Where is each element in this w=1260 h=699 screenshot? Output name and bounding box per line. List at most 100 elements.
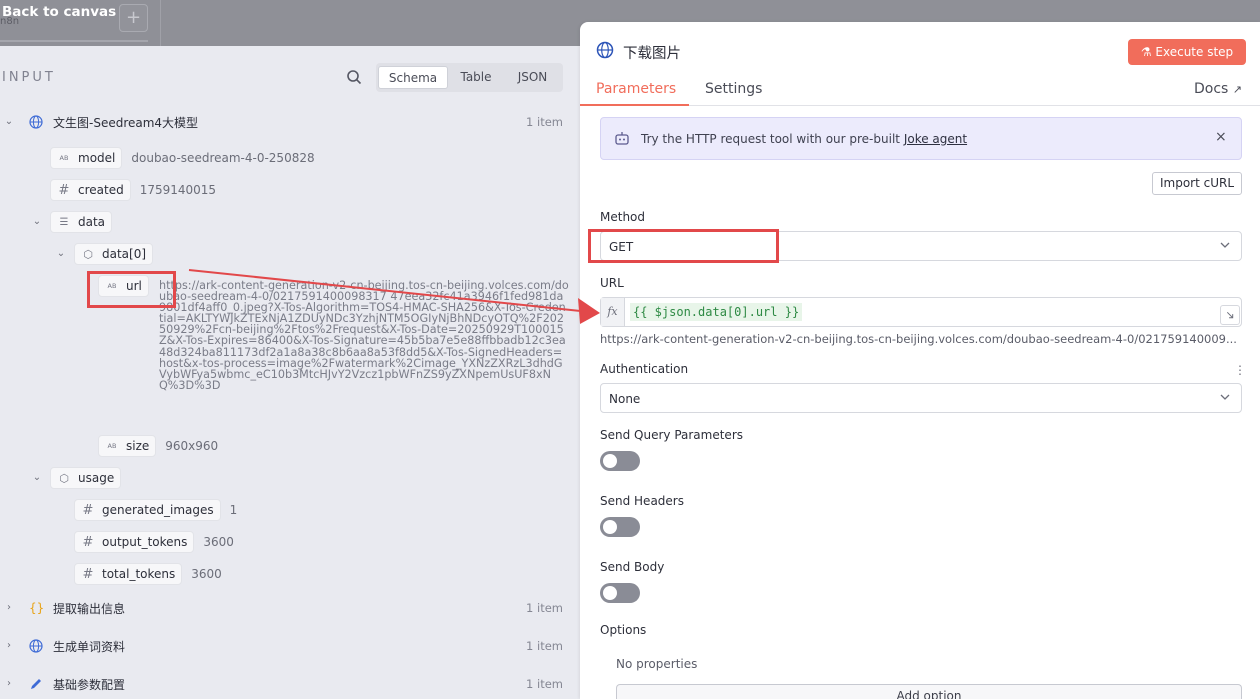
node-row-words[interactable]: › 生成单词资料 1 item	[4, 635, 580, 657]
search-icon[interactable]	[346, 69, 362, 85]
import-curl-button[interactable]: Import cURL	[1152, 172, 1242, 195]
chevron-down-icon	[1220, 394, 1230, 400]
number-type-icon: #	[82, 534, 94, 550]
field-output-tokens[interactable]: # output_tokens 3600	[74, 531, 234, 553]
input-panel-title: INPUT	[2, 70, 56, 85]
string-type-icon: AB	[59, 154, 69, 162]
url-field-value: https://ark-content-generation-v2-cn-bei…	[159, 279, 569, 392]
node-name: 生成单词资料	[53, 639, 126, 654]
node-title[interactable]: 下载图片	[623, 42, 681, 63]
field-key: data	[78, 215, 106, 229]
url-input[interactable]: fx {{ $json.data[0].url }}	[600, 297, 1242, 327]
no-properties-text: No properties	[616, 657, 698, 671]
url-resolved-preview: https://ark-content-generation-v2-cn-bei…	[600, 332, 1237, 346]
globe-icon	[596, 41, 614, 59]
field-size[interactable]: AB size 960x960	[98, 435, 218, 457]
field-url[interactable]: AB url	[98, 275, 149, 297]
chevron-down-icon[interactable]: ⌄	[4, 117, 14, 127]
tab-table[interactable]: Table	[450, 66, 502, 89]
send-body-label: Send Body	[600, 560, 665, 574]
docs-label: Docs	[1194, 81, 1229, 97]
field-key: url	[126, 279, 142, 293]
node-row-extract[interactable]: › {} 提取输出信息 1 item	[4, 597, 580, 619]
field-key: data[0]	[102, 247, 147, 261]
add-node-button[interactable]: +	[119, 4, 148, 32]
input-panel: INPUT Schema Table JSON ⌄ 文生图-Seedream4大…	[0, 46, 580, 699]
node-parameters-panel: 下载图片 ⚗ Execute step Parameters Settings …	[580, 22, 1260, 699]
pencil-icon	[31, 679, 41, 689]
number-type-icon: #	[58, 182, 70, 198]
view-mode-switch: Schema Table JSON	[376, 63, 563, 92]
chevron-down-icon[interactable]: ⌄	[56, 249, 66, 259]
add-option-button[interactable]: Add option	[616, 684, 1242, 699]
joke-agent-link[interactable]: Joke agent	[904, 132, 967, 146]
execute-step-button[interactable]: ⚗ Execute step	[1128, 39, 1246, 65]
node-row-config[interactable]: › 基础参数配置 1 item	[4, 673, 580, 695]
object-icon: ⬡	[59, 471, 69, 485]
node-row-seedream[interactable]: ⌄ 文生图-Seedream4大模型 1 item	[4, 111, 580, 133]
node-name: 提取输出信息	[53, 601, 126, 616]
url-label: URL	[600, 276, 624, 290]
field-key: size	[126, 439, 150, 453]
field-key: created	[78, 183, 124, 197]
list-icon: ☰	[59, 216, 69, 228]
item-count: 1 item	[526, 115, 563, 129]
chevron-right-icon[interactable]: ›	[4, 603, 14, 613]
field-total-tokens[interactable]: # total_tokens 3600	[74, 563, 222, 585]
chevron-down-icon[interactable]: ⌄	[32, 217, 42, 227]
robot-icon	[615, 132, 629, 145]
field-generated-images[interactable]: # generated_images 1	[74, 499, 237, 521]
string-type-icon: AB	[107, 442, 117, 450]
authentication-value: None	[609, 392, 641, 406]
back-to-canvas-link[interactable]: Back to canvas	[2, 4, 116, 20]
item-count: 1 item	[526, 601, 563, 615]
tab-json[interactable]: JSON	[504, 66, 561, 89]
field-value: 3600	[191, 567, 222, 581]
field-value: 960x960	[165, 439, 219, 453]
item-count: 1 item	[526, 639, 563, 653]
banner-message: Try the HTTP request tool with our pre-b…	[641, 132, 900, 146]
node-name: 基础参数配置	[53, 677, 126, 692]
ghost-vertical-divider	[160, 0, 161, 46]
object-icon: ⬡	[83, 247, 93, 261]
tab-settings[interactable]: Settings	[705, 81, 762, 97]
globe-icon	[29, 115, 43, 129]
send-query-label: Send Query Parameters	[600, 428, 744, 442]
send-headers-toggle[interactable]	[600, 517, 640, 537]
field-key: output_tokens	[102, 535, 188, 549]
field-key: generated_images	[102, 503, 214, 517]
field-data[interactable]: ⌄ ☰ data	[32, 211, 113, 233]
url-expression: {{ $json.data[0].url }}	[630, 303, 803, 321]
field-key: usage	[78, 471, 115, 485]
chevron-down-icon	[1220, 242, 1230, 248]
ghost-divider	[0, 40, 148, 42]
chevron-right-icon[interactable]: ›	[4, 679, 14, 689]
method-select[interactable]: GET	[600, 231, 1242, 261]
send-headers-label: Send Headers	[600, 494, 684, 508]
banner-text: Try the HTTP request tool with our pre-b…	[641, 132, 967, 146]
method-value: GET	[609, 240, 634, 254]
parameter-tabs: Parameters Settings Docs ↗	[580, 78, 1260, 106]
kebab-menu-icon[interactable]: ⋮	[1234, 363, 1246, 377]
field-key: model	[78, 151, 116, 165]
authentication-select[interactable]: None	[600, 383, 1242, 413]
globe-icon	[29, 639, 43, 653]
flask-icon: ⚗	[1140, 45, 1156, 59]
expand-editor-icon[interactable]	[1220, 305, 1240, 325]
send-body-toggle[interactable]	[600, 583, 640, 603]
chevron-right-icon[interactable]: ›	[4, 641, 14, 651]
field-usage[interactable]: ⌄ ⬡ usage	[32, 467, 122, 489]
chevron-down-icon[interactable]: ⌄	[32, 473, 42, 483]
docs-link[interactable]: Docs ↗	[1194, 81, 1242, 97]
field-data-0[interactable]: ⌄ ⬡ data[0]	[56, 243, 154, 265]
node-name: 文生图-Seedream4大模型	[53, 115, 199, 130]
field-value: doubao-seedream-4-0-250828	[131, 151, 315, 165]
field-created[interactable]: # created 1759140015	[50, 179, 216, 201]
close-icon[interactable]: ×	[1215, 129, 1227, 145]
send-query-toggle[interactable]	[600, 451, 640, 471]
tab-schema[interactable]: Schema	[378, 66, 448, 89]
tab-parameters[interactable]: Parameters	[596, 81, 676, 97]
field-model[interactable]: AB model doubao-seedream-4-0-250828	[50, 147, 315, 169]
field-key: total_tokens	[102, 567, 176, 581]
number-type-icon: #	[82, 502, 94, 518]
